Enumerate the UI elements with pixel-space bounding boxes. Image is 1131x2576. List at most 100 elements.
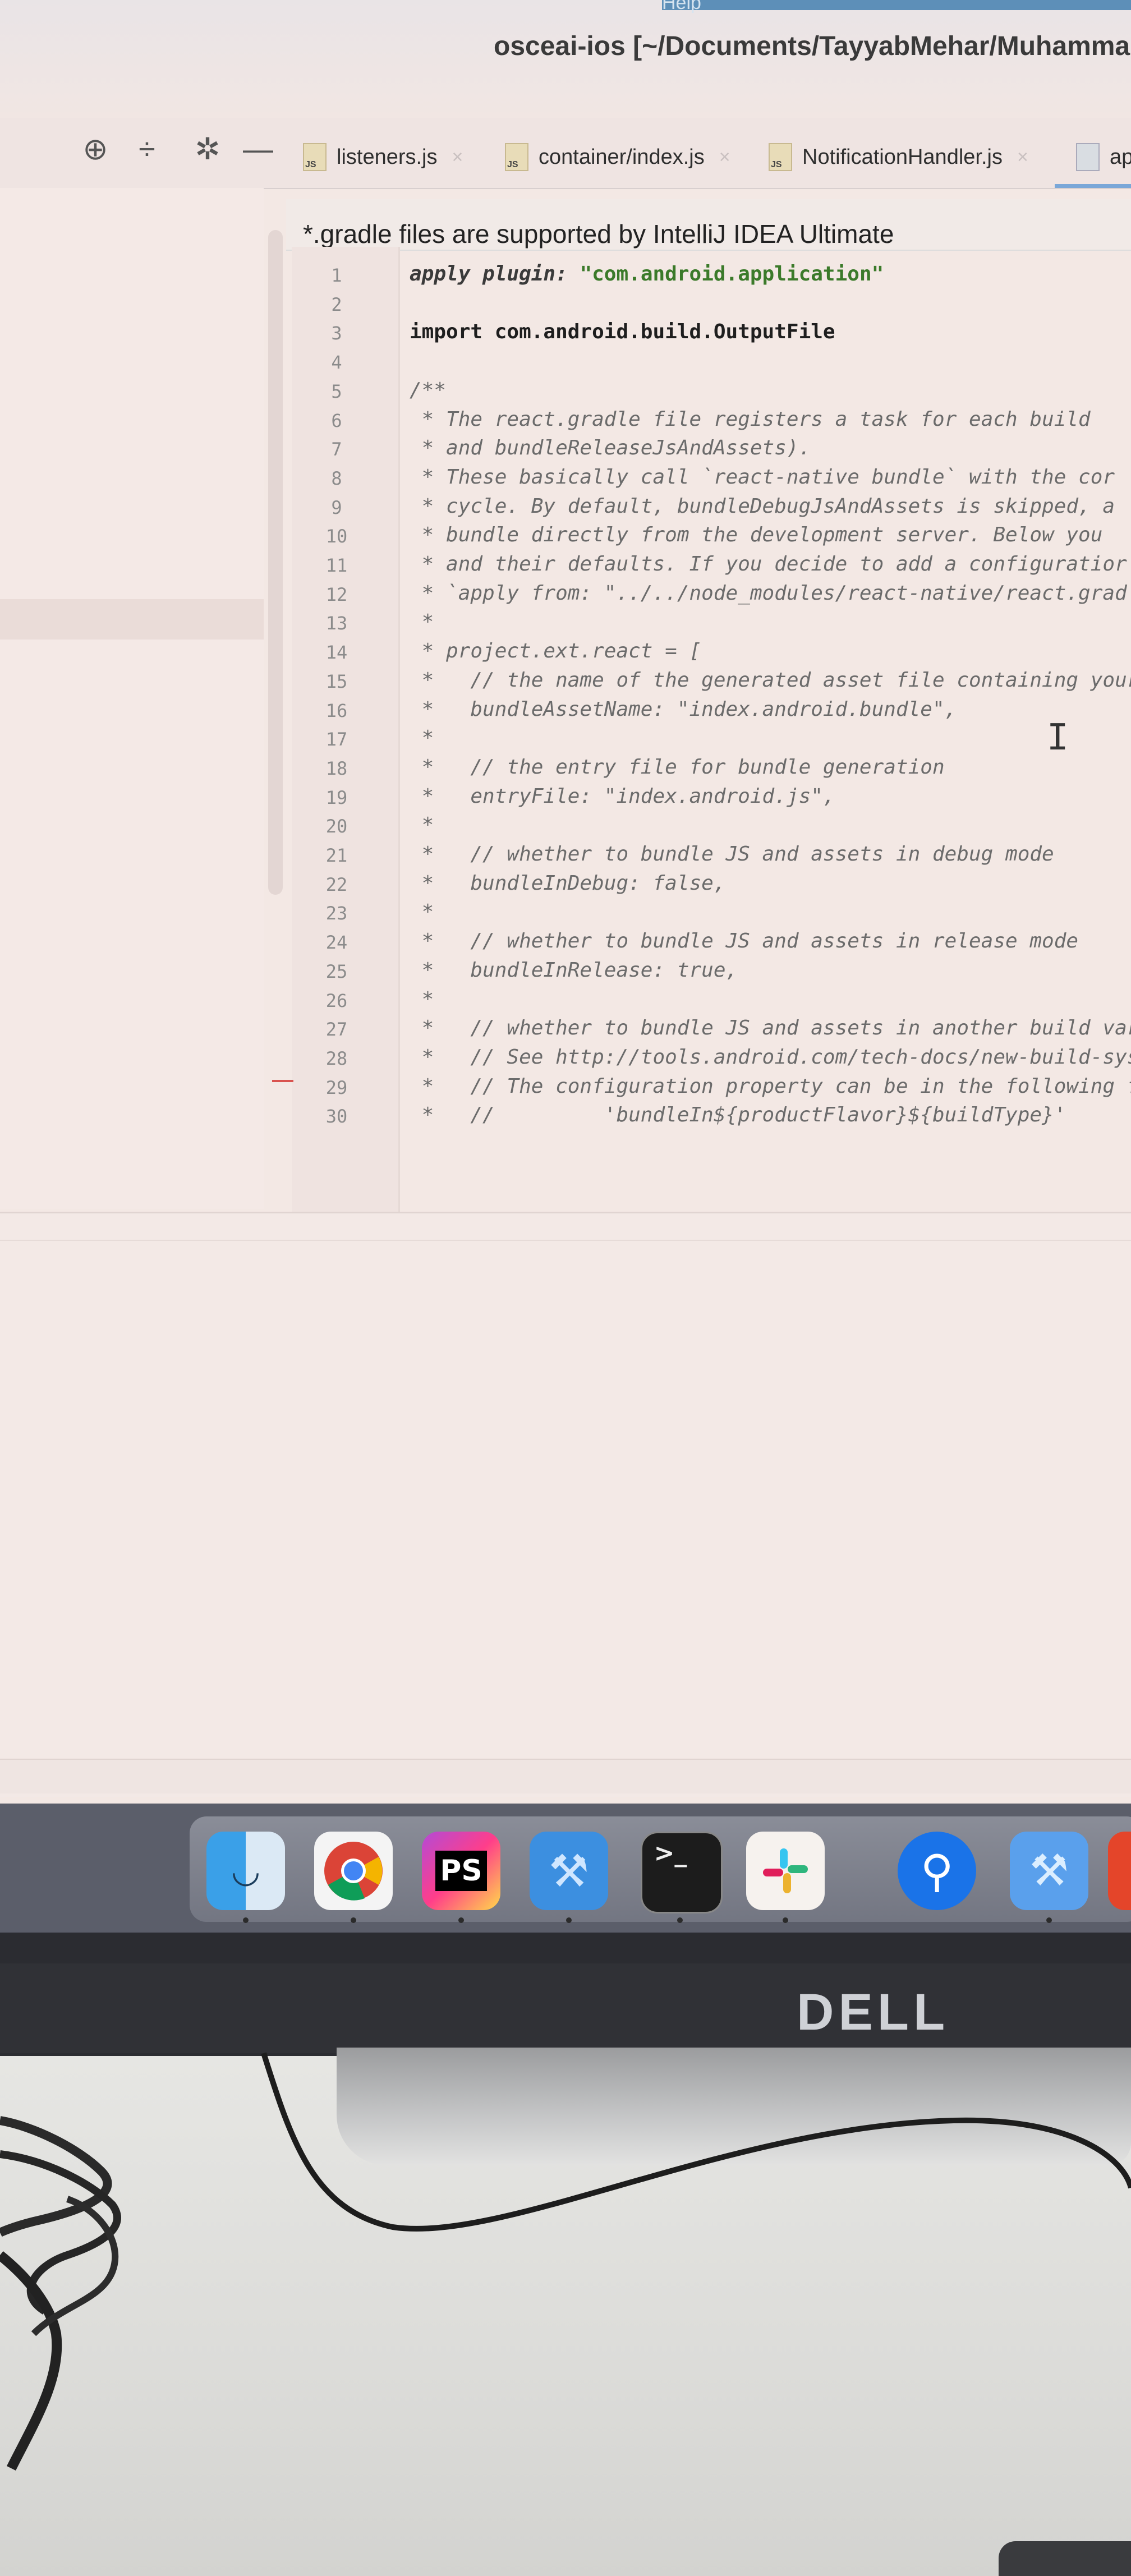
running-indicator [351, 1917, 356, 1923]
close-icon[interactable]: × [1017, 146, 1028, 168]
code-line[interactable]: * bundleInRelease: true, [410, 959, 738, 982]
code-line[interactable]: * bundleAssetName: "index.android.bundle… [410, 698, 957, 721]
code-line[interactable]: /** [410, 379, 446, 402]
collapse-icon[interactable]: ÷ [130, 132, 164, 166]
code-line[interactable]: * [410, 900, 434, 923]
file-icon [1076, 143, 1100, 171]
desk-object [999, 2541, 1131, 2576]
line-number: 24 [325, 932, 348, 953]
code-line[interactable]: * and bundleReleaseJsAndAssets). [410, 436, 811, 459]
window-title: osceai-ios [~/Documents/TayyabMehar/Muha… [494, 31, 1131, 61]
location-icon[interactable]: ⚲ [898, 1832, 976, 1910]
code-line[interactable]: * cycle. By default, bundleDebugJsAndAss… [410, 495, 1115, 518]
line-number: 21 [325, 845, 348, 866]
close-icon[interactable]: × [719, 146, 730, 168]
line-number: 20 [325, 816, 348, 837]
line-number: 2 [331, 294, 342, 315]
code-line[interactable]: * // the entry file for bundle generatio… [410, 756, 945, 779]
slack-icon[interactable] [746, 1832, 825, 1910]
selected-tree-row[interactable] [0, 599, 264, 640]
dell-logo: DELL [797, 1984, 950, 2041]
crosshair-icon[interactable]: ⊕ [79, 132, 112, 166]
line-number: 19 [325, 787, 348, 808]
tab-notification-handler[interactable]: JS NotificationHandler.js × [769, 140, 1028, 174]
banner-text: *.gradle files are supported by IntelliJ… [303, 219, 894, 249]
code-line[interactable]: * [410, 988, 434, 1011]
line-number: 8 [331, 468, 342, 489]
code-string: "com.android.application" [580, 263, 884, 286]
tab-label: container/index.js [539, 145, 705, 169]
code-line[interactable]: * project.ext.react = [ [410, 640, 702, 663]
ps-label: PS [435, 1851, 487, 1891]
code-line[interactable]: * [410, 726, 434, 749]
line-number: 15 [325, 671, 348, 692]
line-number: 13 [325, 613, 348, 634]
code-line[interactable]: * // whether to bundle JS and assets in … [410, 930, 1078, 953]
code-line[interactable]: * These basically call `react-native bun… [410, 466, 1115, 489]
code-line[interactable]: import com.android.build.OutputFile [410, 320, 835, 343]
line-number: 9 [331, 497, 342, 518]
project-scrollbar[interactable] [268, 230, 283, 895]
tab-container-index[interactable]: JS container/index.js × [505, 140, 730, 174]
divider [0, 1240, 1131, 1241]
terminal-icon[interactable]: >_ [641, 1832, 723, 1913]
code-line[interactable]: * // See http://tools.android.com/tech-d… [410, 1046, 1131, 1069]
code-line[interactable]: * bundle directly from the development s… [410, 523, 1103, 546]
code-line[interactable]: * // the name of the generated asset fil… [410, 669, 1131, 692]
running-indicator [1046, 1917, 1052, 1923]
line-number: 11 [325, 555, 348, 576]
code-line[interactable]: * entryFile: "index.android.js", [410, 785, 835, 808]
js-file-icon: JS [505, 143, 528, 171]
xcode-icon[interactable]: ⚒ [530, 1832, 608, 1910]
phpstorm-icon[interactable]: PS [422, 1832, 500, 1910]
code-line[interactable]: * [410, 813, 434, 836]
project-panel[interactable] [0, 188, 264, 1209]
code-line[interactable]: apply plugin: "com.android.application" [410, 263, 884, 286]
line-number: 1 [331, 265, 342, 286]
code-line[interactable]: * and their defaults. If you decide to a… [410, 553, 1127, 576]
running-indicator [458, 1917, 464, 1923]
js-file-icon: JS [303, 143, 327, 171]
simulator-icon[interactable]: ⚒ [1010, 1832, 1088, 1910]
code-line[interactable]: * `apply from: "../../node_modules/react… [410, 582, 1127, 605]
help-menu[interactable]: Help [662, 0, 701, 14]
js-file-icon: JS [769, 143, 792, 171]
status-bar [0, 1759, 1131, 1793]
tab-listeners[interactable]: JS listeners.js × [303, 140, 463, 174]
line-number: 28 [325, 1048, 348, 1069]
line-number: 16 [325, 700, 348, 721]
line-number: 23 [325, 903, 348, 924]
line-number: 25 [325, 961, 348, 982]
finder-icon[interactable]: ◡ [206, 1832, 285, 1910]
code-line[interactable]: * // whether to bundle JS and assets in … [410, 1016, 1131, 1039]
close-icon[interactable]: × [452, 146, 463, 168]
line-number: 5 [331, 381, 342, 402]
running-indicator [677, 1917, 683, 1923]
cables [0, 2052, 1131, 2471]
gear-icon[interactable]: ✲ [191, 132, 224, 166]
terminal-prompt: >_ [654, 1839, 687, 1867]
empty-tool-panel [0, 1212, 1131, 1797]
code-line[interactable]: * // The configuration property can be i… [410, 1075, 1131, 1098]
line-number: 3 [331, 323, 342, 344]
menu-bar-fragment: Help [662, 0, 1131, 13]
change-marker [272, 1080, 293, 1082]
running-indicator [783, 1917, 788, 1923]
tab-label: listeners.js [337, 145, 438, 169]
code-line[interactable]: * The react.gradle file registers a task… [410, 408, 1091, 431]
line-number: 4 [331, 352, 342, 373]
running-indicator [243, 1917, 249, 1923]
code-line[interactable]: * // 'bundleIn${productFlavor}${buildTyp… [410, 1103, 1066, 1126]
code-line[interactable]: * bundleInDebug: false, [410, 872, 726, 895]
line-number: 27 [325, 1019, 348, 1040]
code-line[interactable]: * // whether to bundle JS and assets in … [410, 843, 1054, 866]
minimize-icon[interactable]: — [241, 132, 275, 166]
line-number: 29 [325, 1077, 348, 1098]
tab-active-gradle[interactable]: ap [1076, 140, 1131, 174]
dock-app-partial[interactable] [1108, 1832, 1131, 1910]
running-indicator [566, 1917, 572, 1923]
line-number: 22 [325, 874, 348, 895]
chrome-icon[interactable] [314, 1832, 393, 1910]
line-number: 26 [325, 990, 348, 1011]
code-line[interactable]: * [410, 610, 434, 633]
